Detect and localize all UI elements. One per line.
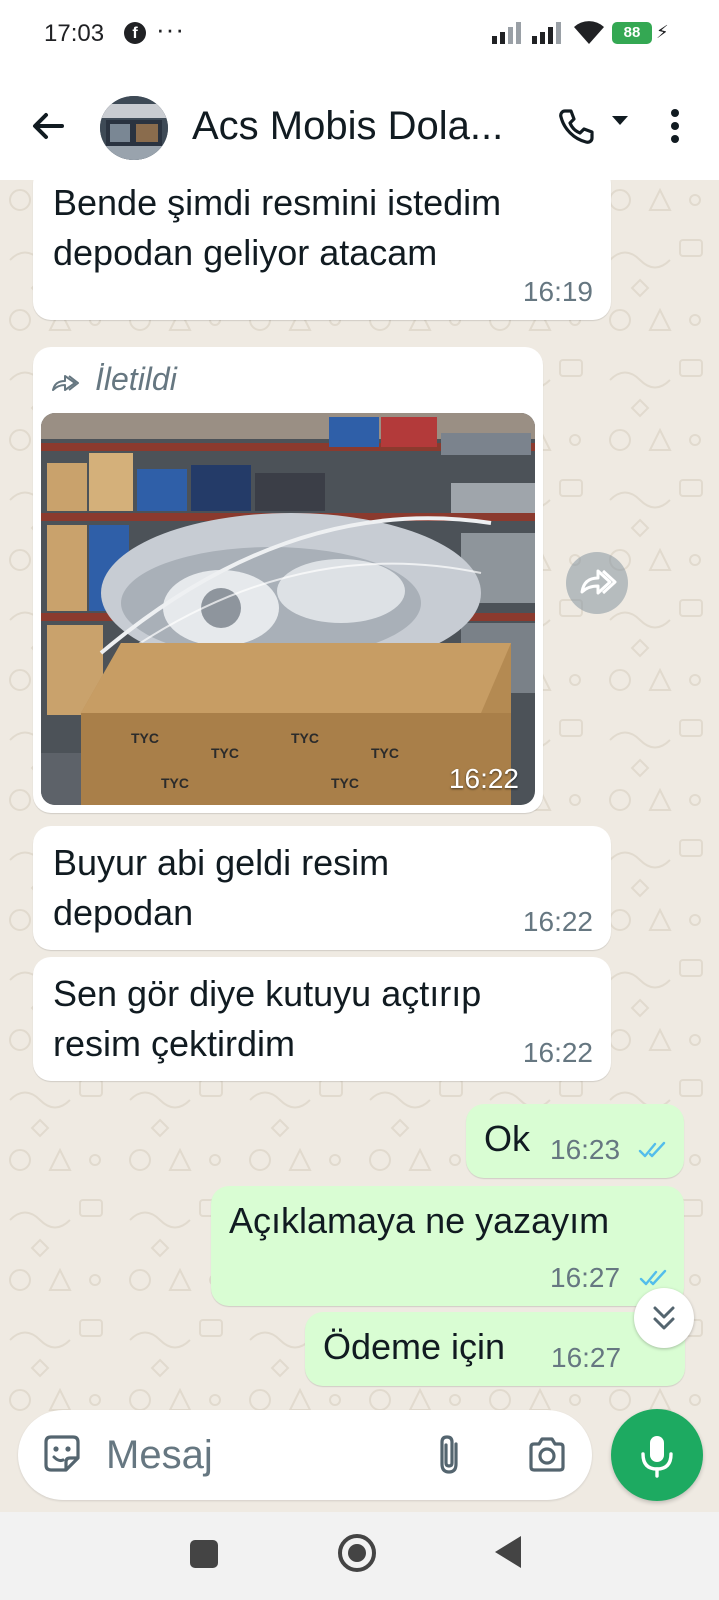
svg-text:TYC: TYC [331,775,359,791]
message-input[interactable] [106,1430,406,1480]
message-text: Buyur abi geldi resim depodan [53,842,390,933]
message-photo[interactable]: TYC TYC TYC TYC TYC TYC 16:22 [41,413,535,805]
battery-icon: 88 [612,22,652,44]
message-time: 16:27 [550,1262,621,1293]
notification-overflow-icon: ··· [156,14,185,44]
signal-icon [532,22,561,44]
scroll-to-bottom-button[interactable] [634,1288,694,1348]
message-time: 16:27 [551,1342,622,1373]
image-message-bubble[interactable]: İletildi TYC TYC TYC TYC TYC TYC 16:22 [33,347,543,813]
message-bubble-outgoing[interactable]: Ödeme için 16:27 [305,1312,685,1386]
system-navigation-bar [0,1512,719,1600]
system-back-button[interactable] [495,1536,521,1568]
forward-button[interactable] [566,552,628,614]
svg-text:TYC: TYC [161,775,189,791]
message-text: Açıklamaya ne yazayım [229,1200,610,1241]
message-time: 16:22 [522,906,593,937]
message-text: Bende şimdi resmini istedim depodan geli… [53,182,502,273]
message-bubble-outgoing[interactable]: Açıklamaya ne yazayım 16:27 [211,1186,684,1306]
read-receipt-icon [638,1141,666,1158]
svg-text:TYC: TYC [131,730,159,746]
message-bubble-incoming[interactable]: Buyur abi geldi resim depodan 16:22 [33,826,611,950]
camera-icon[interactable] [526,1434,568,1476]
message-composer [18,1410,592,1500]
home-button[interactable] [338,1534,376,1572]
status-time: 17:03 [44,20,105,47]
message-time: 16:23 [550,1134,621,1165]
more-vert-icon[interactable] [660,106,690,146]
recents-button[interactable] [190,1540,218,1568]
back-arrow-icon[interactable] [28,106,68,146]
forwarded-label: İletildi [95,361,177,397]
chat-header: Acs Mobis Dola... [0,70,719,180]
facebook-icon: f [124,22,146,44]
message-time: 16:22 [448,763,519,794]
attach-icon[interactable] [430,1432,470,1478]
charging-icon: ⚡ [656,22,669,42]
emoji-icon[interactable] [40,1432,84,1476]
message-text: Ok [484,1118,531,1159]
mic-button[interactable] [611,1409,703,1501]
message-time: 16:19 [522,276,593,307]
chat-title[interactable]: Acs Mobis Dola... [192,104,503,149]
svg-text:TYC: TYC [371,745,399,761]
mic-icon [641,1436,673,1478]
message-bubble-outgoing[interactable]: Ok 16:23 [466,1104,684,1178]
chat-area[interactable]: Bende şimdi resmini istedim depodan geli… [0,180,719,1415]
svg-text:TYC: TYC [211,745,239,761]
avatar[interactable] [100,96,168,160]
phone-icon[interactable] [556,106,596,146]
status-bar: 17:03 f ··· 88 ⚡ [0,0,719,70]
message-text: Sen gör diye kutuyu açtırıp resim çektir… [53,973,482,1064]
message-text: Ödeme için [323,1326,506,1367]
double-chevron-down-icon [653,1306,675,1330]
wifi-icon [574,21,604,44]
svg-text:TYC: TYC [291,730,319,746]
message-time: 16:22 [522,1037,593,1068]
dropdown-icon[interactable] [612,116,628,125]
read-receipt-icon [639,1269,667,1286]
forwarded-icon [52,375,79,391]
message-bubble-incoming[interactable]: Bende şimdi resmini istedim depodan geli… [33,180,611,320]
message-bubble-incoming[interactable]: Sen gör diye kutuyu açtırıp resim çektir… [33,957,611,1081]
signal-icon [492,22,521,44]
